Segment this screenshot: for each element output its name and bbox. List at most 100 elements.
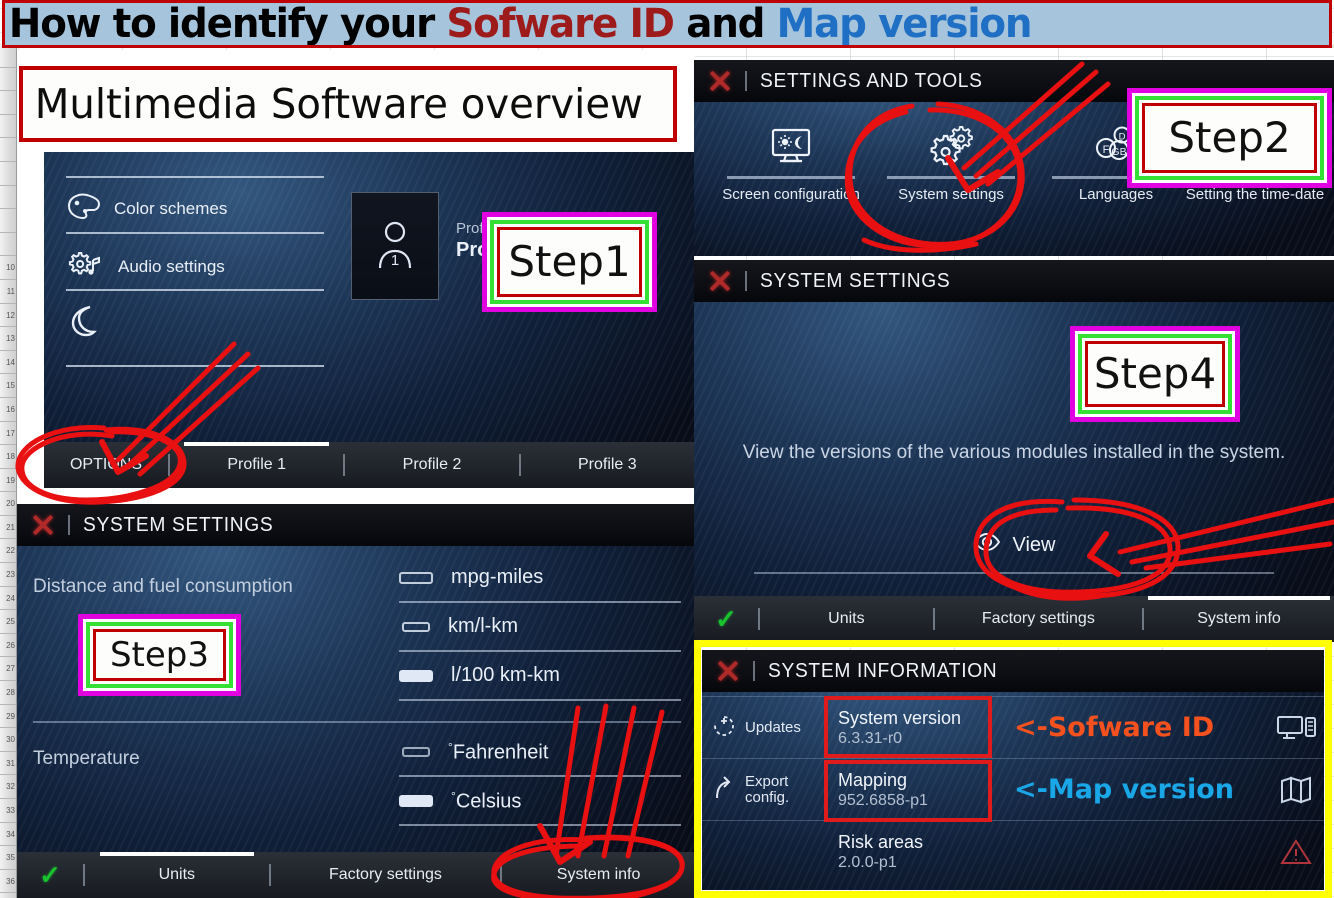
step2-red-border: Step2 <box>1142 103 1317 173</box>
tab-label-options: OPTIONS <box>69 456 142 473</box>
header-divider <box>68 515 70 535</box>
page-title: How to identify your Sofware ID and Map … <box>5 1 1033 47</box>
row-number: 13 <box>0 327 16 351</box>
unit-divider-4 <box>399 775 681 777</box>
row-number: 23 <box>0 563 16 587</box>
tab-active-indicator <box>99 852 254 856</box>
row-number: 36 <box>0 870 16 894</box>
row-number: 27 <box>0 657 16 682</box>
screen3-tabbar: ✓ Units Factory settings System info <box>17 852 695 898</box>
row-number <box>0 186 16 210</box>
unit-divider-1 <box>399 601 681 603</box>
step1-badge: Step1 <box>482 212 657 312</box>
tab-confirm[interactable]: ✓ <box>694 596 758 642</box>
row-number: 10 <box>0 256 16 280</box>
close-icon[interactable] <box>708 269 732 293</box>
group-label-distance-fuel: Distance and fuel consumption <box>33 576 293 597</box>
row-number: 17 <box>0 422 16 446</box>
toggle-pill-l100km[interactable] <box>399 669 433 682</box>
tab-confirm[interactable]: ✓ <box>17 852 83 898</box>
step1-label: Step1 <box>508 237 631 286</box>
check-icon: ✓ <box>39 860 61 890</box>
unit-option-celsius[interactable]: °Celsius <box>399 789 521 814</box>
gears-icon <box>876 106 1026 168</box>
screen3-header: SYSTEM SETTINGS <box>17 504 695 546</box>
tab-profile-2[interactable]: Profile 2 <box>345 442 518 488</box>
tool-system-settings[interactable]: System settings <box>876 106 1026 204</box>
step3-badge: Step3 <box>78 614 241 696</box>
moon-icon <box>66 304 100 343</box>
row-number <box>0 68 16 92</box>
step2-label: Step2 <box>1168 113 1291 162</box>
row-number: 19 <box>0 469 16 493</box>
step2-green-border: Step2 <box>1135 96 1324 180</box>
row-number: 28 <box>0 681 16 705</box>
row-number: 34 <box>0 823 16 847</box>
tab-label-factory-settings: Factory settings <box>328 866 442 883</box>
menu-item-color-schemes[interactable]: Color schemes <box>66 192 324 225</box>
toggle-pill-fahrenheit[interactable] <box>402 747 430 758</box>
menu-label-color-schemes: Color schemes <box>114 198 228 218</box>
title-part-1: How to identify your <box>8 1 447 47</box>
group-divider <box>33 721 681 723</box>
tab-options[interactable]: OPTIONS <box>44 442 168 488</box>
tab-label-system-info: System info <box>1197 610 1281 627</box>
page-title-banner: How to identify your Sofware ID and Map … <box>2 0 1332 48</box>
row-number: 12 <box>0 304 16 328</box>
step4-badge: Step4 <box>1070 326 1240 422</box>
unit-option-l-100km[interactable]: l/100 km-km <box>399 664 560 687</box>
svg-text:GB: GB <box>1111 146 1126 158</box>
step3-label: Step3 <box>109 635 210 675</box>
row-number <box>0 162 16 186</box>
tab-label-units: Units <box>828 610 865 627</box>
row-number <box>0 209 16 233</box>
toggle-pill-kml[interactable] <box>402 621 430 632</box>
step4-green-border: Step4 <box>1078 334 1232 414</box>
tab-system-info[interactable]: System info <box>1144 596 1334 642</box>
step2-badge: Step2 <box>1127 88 1332 188</box>
row-number: 32 <box>0 775 16 799</box>
unit-option-km-l[interactable]: km/l-km <box>399 615 518 638</box>
toggle-pill-celsius[interactable] <box>399 795 433 808</box>
unit-label-mpg-miles: mpg-miles <box>451 566 544 588</box>
tab-system-info[interactable]: System info <box>502 852 695 898</box>
screen-profile-options: Color schemes Audio settings 1 Profile O… <box>44 152 694 488</box>
screen-system-settings-info: SYSTEM SETTINGS View the versions of the… <box>694 260 1334 642</box>
multimedia-overview-caption: Multimedia Software overview <box>19 66 677 142</box>
menu-item-night-mode[interactable] <box>66 304 324 343</box>
view-button[interactable]: View <box>694 532 1334 558</box>
tab-units[interactable]: Units <box>760 596 933 642</box>
unit-option-mpg-miles[interactable]: mpg-miles <box>399 566 543 589</box>
view-button-label: View <box>1012 533 1056 556</box>
menu-label-audio-settings: Audio settings <box>118 256 225 276</box>
spreadsheet-row-header: 10 11 12 13 14 15 16 17 18 19 20 21 22 23 24 25 26 27 28 29… <box>0 44 17 898</box>
tab-profile-1[interactable]: Profile 1 <box>170 442 343 488</box>
tab-profile-3[interactable]: Profile 3 <box>521 442 694 488</box>
screen3-background <box>17 504 695 898</box>
close-icon[interactable] <box>708 69 732 93</box>
toggle-pill-mpg[interactable] <box>399 571 433 584</box>
row-number: 14 <box>0 351 16 375</box>
menu-item-audio-settings[interactable]: Audio settings <box>66 248 324 285</box>
unit-option-fahrenheit[interactable]: °Fahrenheit <box>399 740 548 765</box>
screen-brightness-icon <box>716 106 866 168</box>
screen4-tabbar: ✓ Units Factory settings System info <box>694 596 1334 642</box>
tool-screen-configuration[interactable]: Screen configuration <box>716 106 866 204</box>
tool-underline-1 <box>727 176 855 179</box>
check-icon: ✓ <box>715 604 737 634</box>
tab-units[interactable]: Units <box>85 852 269 898</box>
tool-label-screen-configuration: Screen configuration <box>722 186 860 203</box>
screen1-tabbar: OPTIONS Profile 1 Profile 2 Profile 3 <box>44 442 694 488</box>
row-number: 25 <box>0 610 16 634</box>
tab-factory-settings[interactable]: Factory settings <box>271 852 501 898</box>
tab-label-profile-2: Profile 2 <box>402 456 462 473</box>
close-icon[interactable] <box>31 513 55 537</box>
palette-icon <box>66 192 101 225</box>
tab-factory-settings[interactable]: Factory settings <box>935 596 1142 642</box>
gear-music-icon <box>66 248 104 285</box>
title-part-3: and <box>673 1 777 47</box>
row-number: 33 <box>0 799 16 823</box>
profile-avatar-tile[interactable]: 1 <box>351 192 439 300</box>
row-number: 30 <box>0 728 16 752</box>
divider-3 <box>66 365 324 367</box>
